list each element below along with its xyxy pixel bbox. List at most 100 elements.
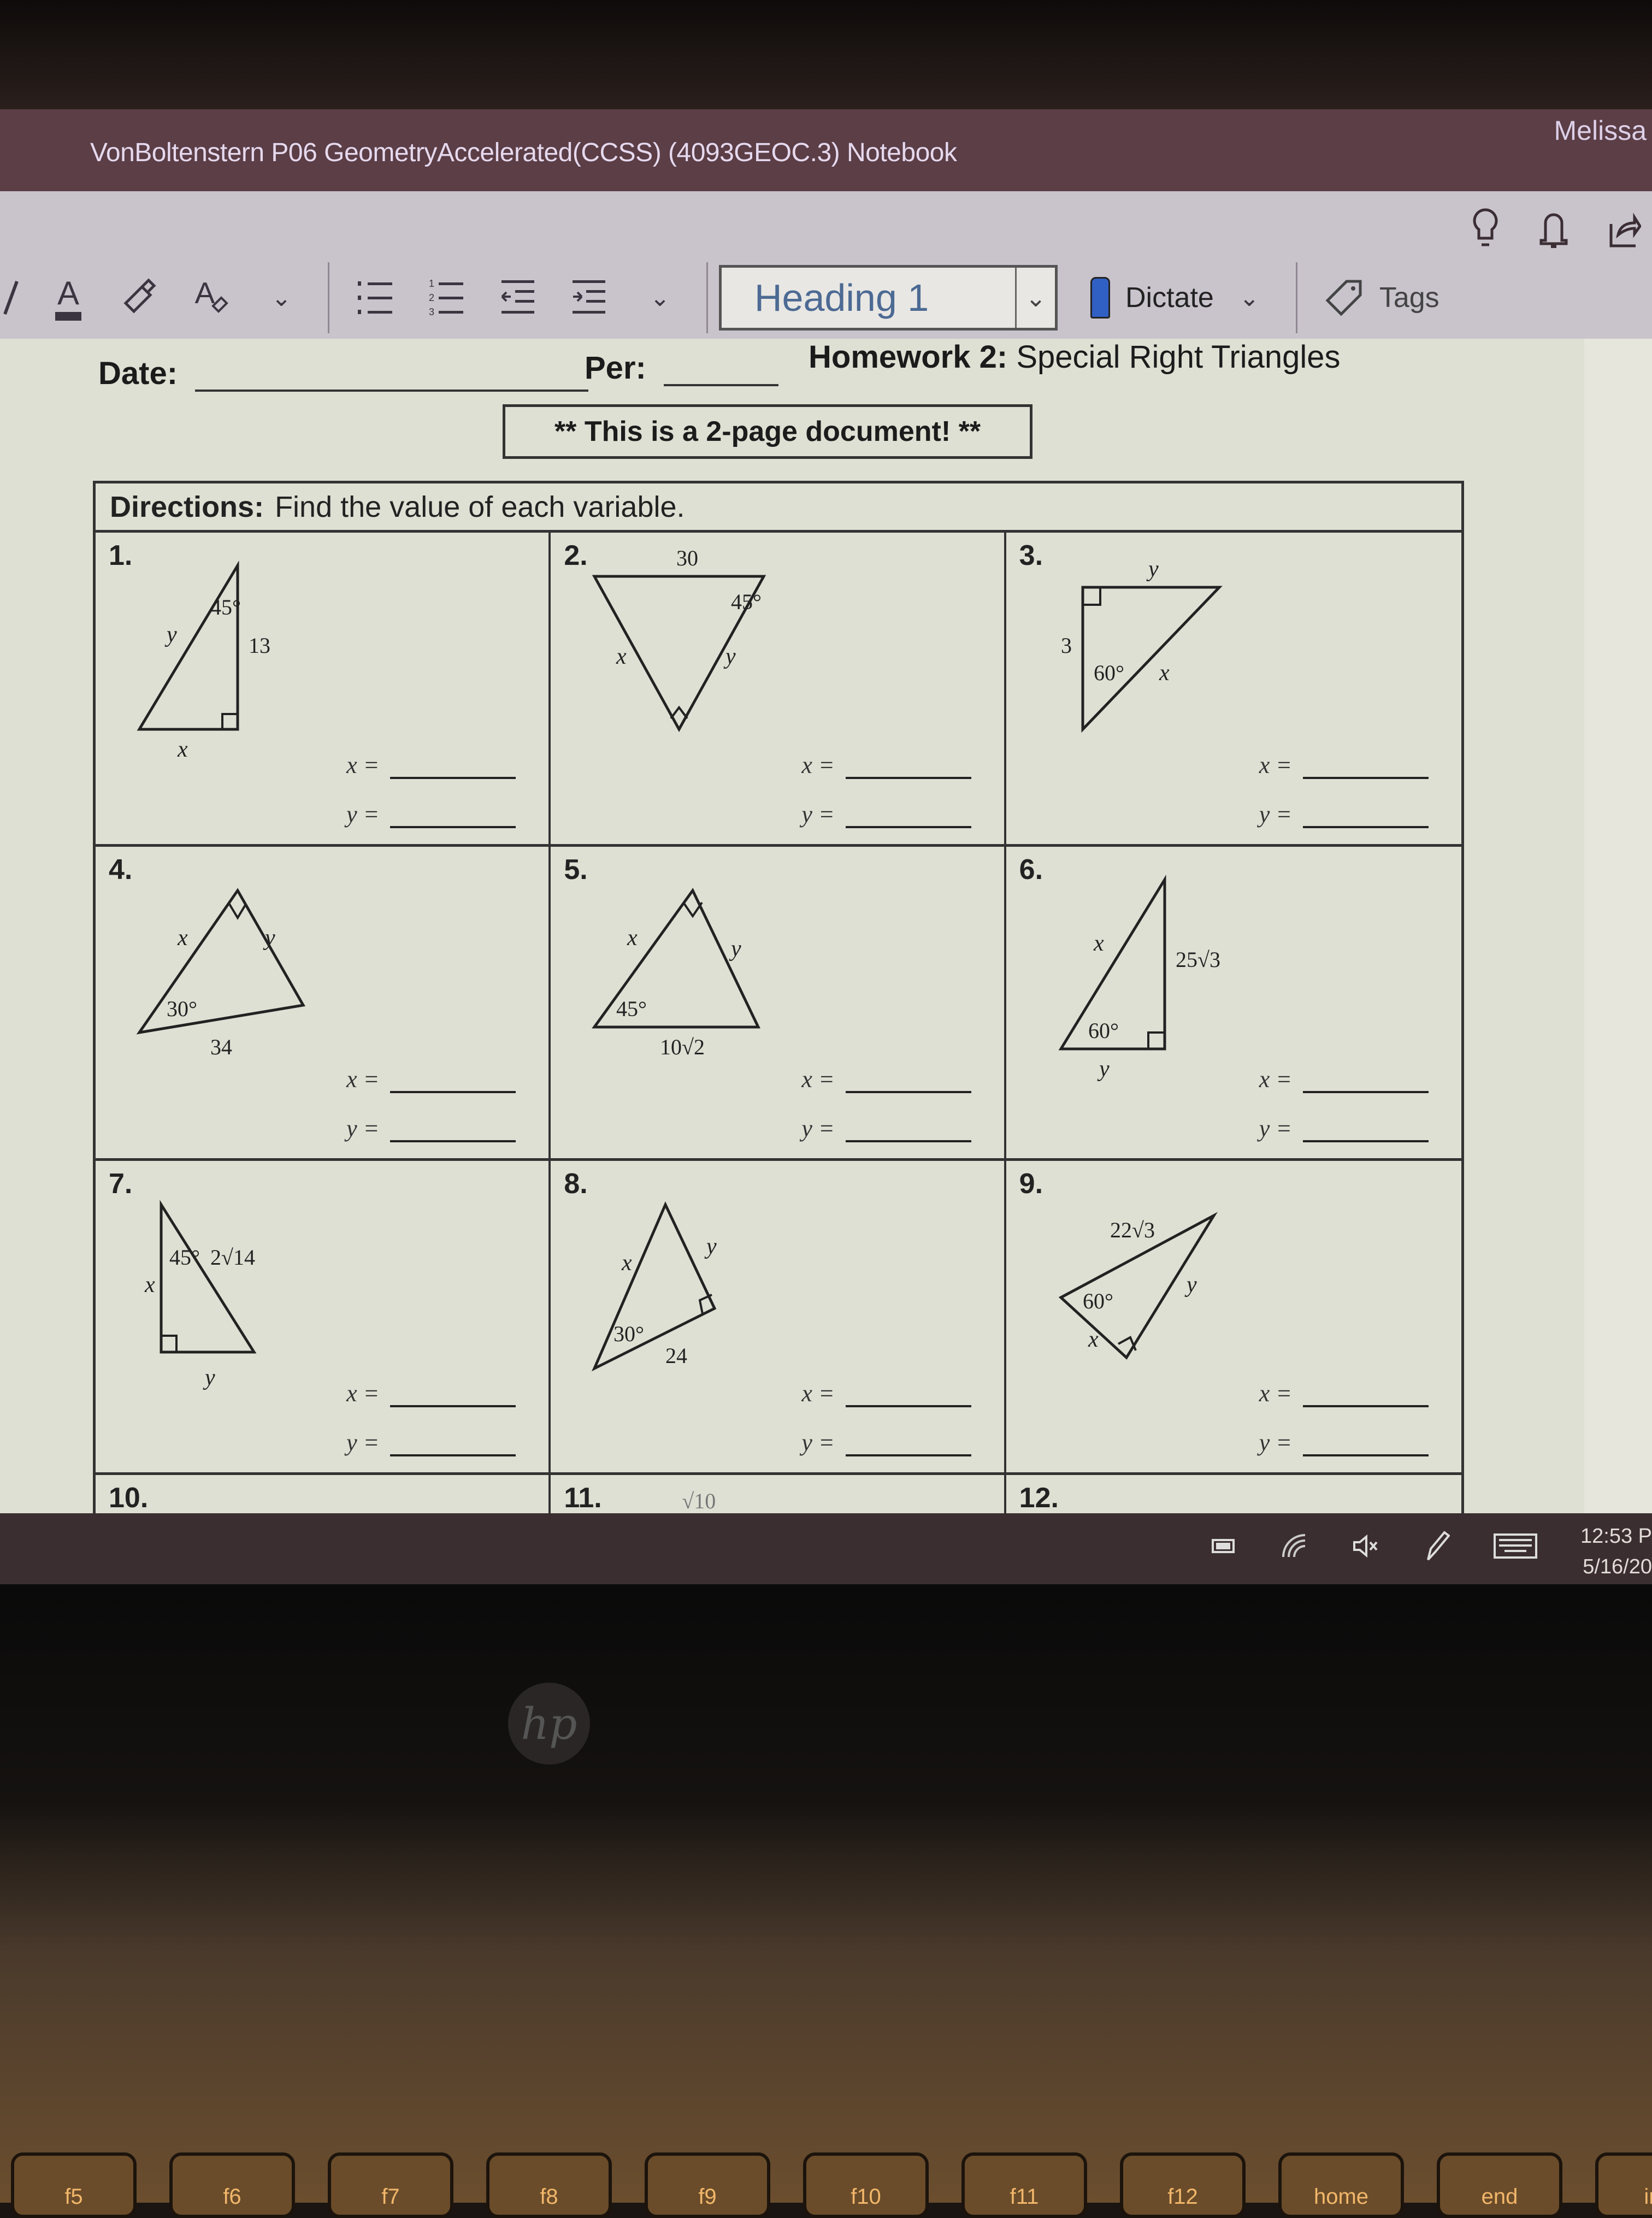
share-icon[interactable] [1608, 210, 1641, 249]
tags-button[interactable]: Tags [1325, 279, 1439, 317]
answer-blank[interactable] [1302, 755, 1429, 779]
keyboard-key: home [1278, 2152, 1404, 2218]
answer-x-field[interactable]: x = [1259, 751, 1429, 779]
svg-text:A: A [57, 275, 79, 311]
answer-x-field[interactable]: x = [1259, 1379, 1429, 1407]
svg-text:A: A [195, 276, 215, 310]
variable-label: x [144, 1272, 155, 1297]
answer-x-field[interactable]: x = [346, 1065, 516, 1093]
tags-label: Tags [1379, 282, 1439, 314]
font-color-button[interactable]: A [44, 270, 93, 325]
answer-blank[interactable] [1302, 804, 1429, 828]
problem-cell: 7. 45° 2√14 x y x = y = [96, 1161, 551, 1475]
format-painter-icon[interactable] [115, 270, 164, 325]
answer-y-field[interactable]: y = [346, 800, 516, 828]
answer-blank[interactable] [1302, 1432, 1429, 1456]
highlight-button[interactable] [0, 270, 22, 325]
answer-y-field[interactable]: y = [346, 1114, 516, 1142]
answer-blank[interactable] [390, 1069, 516, 1093]
triangle-outline [137, 560, 239, 731]
increase-indent-icon[interactable] [564, 270, 613, 325]
triangle-figure: 45° 10√2 x y [592, 888, 761, 1059]
answer-blank[interactable] [845, 1118, 971, 1142]
chevron-down-icon[interactable]: ⌄ [1015, 268, 1055, 328]
dictate-label: Dictate [1125, 282, 1214, 314]
laptop-body [0, 1584, 1652, 2203]
answer-x-field[interactable]: x = [801, 1379, 971, 1407]
bullet-list-icon[interactable] [351, 270, 400, 325]
variable-label: x [627, 925, 638, 951]
keyboard-key: f12 [1120, 2152, 1246, 2218]
volume-muted-icon[interactable] [1352, 1532, 1379, 1560]
clock[interactable]: 12:53 P 5/16/20 [1570, 1521, 1652, 1582]
angle-label: 30° [167, 996, 197, 1021]
pen-icon[interactable] [1423, 1530, 1450, 1562]
answer-x-label: x = [801, 1066, 835, 1093]
chevron-down-icon[interactable]: ⌄ [257, 270, 306, 325]
answer-y-label: y = [346, 1429, 380, 1456]
answer-blank[interactable] [390, 804, 516, 828]
answer-x-field[interactable]: x = [346, 751, 516, 779]
lightbulb-icon[interactable] [1472, 208, 1499, 251]
hp-logo: hp [508, 1683, 590, 1765]
answer-blank[interactable] [1302, 1069, 1429, 1093]
answer-x-field[interactable]: x = [801, 1065, 971, 1093]
battery-icon[interactable] [1212, 1538, 1237, 1554]
user-name[interactable]: Melissa [1554, 115, 1647, 146]
right-angle-mark [221, 713, 238, 729]
answer-y-field[interactable]: y = [1259, 1114, 1429, 1142]
styles-icon[interactable]: A [186, 270, 235, 325]
directions-label: Directions: [110, 490, 264, 523]
answer-x-label: x = [1259, 752, 1292, 778]
keyboard-icon[interactable] [1494, 1532, 1537, 1560]
dictate-button[interactable]: Dictate [1090, 277, 1214, 318]
variable-label: y [203, 1365, 215, 1390]
answer-blank[interactable] [390, 1118, 516, 1142]
title-rest: Special Right Triangles [1007, 339, 1341, 375]
answer-y-field[interactable]: y = [1259, 1429, 1429, 1456]
problem-number: 12. [1019, 1482, 1059, 1514]
answer-blank[interactable] [1302, 1383, 1429, 1407]
answer-blank[interactable] [845, 804, 971, 828]
answer-x-field[interactable]: x = [346, 1379, 516, 1407]
wifi-icon[interactable] [1281, 1532, 1308, 1560]
angle-label: 60° [1094, 660, 1124, 685]
ribbon: A A ⌄ 123 ⌄ Heading 1 ⌄ Dictate ⌄ Tags [0, 191, 1652, 339]
partial-side-label: √10 [682, 1489, 716, 1513]
keyboard-key: f6 [169, 2152, 295, 2218]
answer-blank[interactable] [1302, 1118, 1429, 1142]
answer-blank[interactable] [845, 755, 971, 779]
chevron-down-icon[interactable]: ⌄ [635, 270, 685, 325]
bell-icon[interactable] [1537, 208, 1570, 251]
variable-label: x [1159, 660, 1170, 686]
keyboard-key: f5 [11, 2152, 137, 2218]
decrease-indent-icon[interactable] [493, 270, 542, 325]
answer-y-field[interactable]: y = [801, 1429, 971, 1456]
triangle-figure: 45° 30 x y [592, 546, 766, 733]
answer-y-label: y = [1259, 1115, 1292, 1142]
answer-x-label: x = [346, 1066, 380, 1093]
keyboard-key: ins [1595, 2152, 1652, 2218]
answer-y-field[interactable]: y = [346, 1429, 516, 1456]
answer-y-label: y = [346, 801, 380, 828]
answer-y-field[interactable]: y = [1259, 800, 1429, 828]
answer-blank[interactable] [390, 1432, 516, 1456]
answer-y-field[interactable]: y = [801, 800, 971, 828]
answer-blank[interactable] [845, 1383, 971, 1407]
answer-blank[interactable] [390, 755, 516, 779]
ribbon-divider [706, 262, 708, 333]
notebook-page[interactable]: Date: Per: Homework 2: Special Right Tri… [0, 339, 1617, 1524]
chevron-down-icon[interactable]: ⌄ [1225, 270, 1274, 325]
answer-blank[interactable] [845, 1432, 971, 1456]
variable-label: x [1093, 931, 1104, 956]
right-angle-mark [1082, 587, 1101, 606]
answer-blank[interactable] [845, 1069, 971, 1093]
paragraph-style-dropdown[interactable]: Heading 1 ⌄ [719, 265, 1058, 331]
right-angle-mark [670, 705, 688, 719]
answer-y-field[interactable]: y = [801, 1114, 971, 1142]
answer-blank[interactable] [390, 1383, 516, 1407]
problem-cell: 8. 30° 24 x y x = y = [551, 1161, 1006, 1475]
numbered-list-icon[interactable]: 1 2 3 [422, 270, 471, 325]
answer-x-field[interactable]: x = [1259, 1065, 1429, 1093]
answer-x-field[interactable]: x = [801, 751, 971, 779]
